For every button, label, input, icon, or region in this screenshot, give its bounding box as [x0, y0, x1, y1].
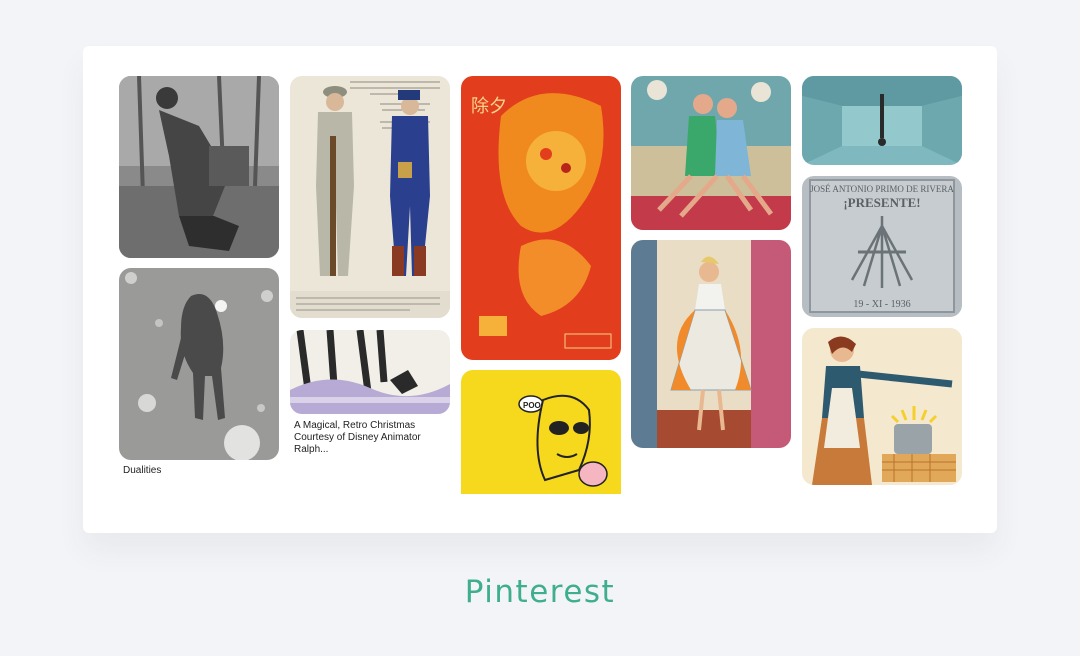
stone-plaque-image: JOSÉ ANTONIO PRIMO DE RIVERA ¡PRESENTE! …: [802, 176, 962, 317]
pin-stone-plaque[interactable]: JOSÉ ANTONIO PRIMO DE RIVERA ¡PRESENTE! …: [802, 176, 962, 317]
retro-housewife-image: [802, 328, 962, 485]
page-title: Pinterest: [464, 574, 616, 610]
pin-vintage-dress[interactable]: [631, 240, 791, 448]
plaque-line2: ¡PRESENTE!: [843, 195, 920, 210]
new-year-poster-image: 除夕: [461, 76, 621, 360]
vintage-dress-image: [631, 240, 791, 448]
pin-soldier-photo[interactable]: [119, 76, 279, 258]
pin-new-year-poster[interactable]: 除夕: [461, 76, 621, 360]
cartoon-speech-text: POO: [523, 401, 541, 410]
uniform-illustration-image: [290, 76, 450, 318]
pin-uniform-illustration[interactable]: [290, 76, 450, 318]
plaque-date: 19 - XI - 1936: [853, 299, 910, 310]
pin-retro-couple[interactable]: [631, 76, 791, 230]
poster-title-text: 除夕: [471, 96, 507, 117]
yellow-cartoon-image: POO: [461, 370, 621, 494]
pin-caption-disney: A Magical, Retro Christmas Courtesy of D…: [294, 420, 421, 455]
pin-pool-photo[interactable]: [802, 76, 962, 165]
dualities-image: [119, 268, 279, 460]
pin-board: Dualities A Magical, Retro Christmas Cou…: [83, 46, 997, 533]
pin-dualities[interactable]: [119, 268, 279, 460]
plaque-line1: JOSÉ ANTONIO PRIMO DE RIVERA: [810, 184, 954, 194]
disney-christmas-image: [290, 330, 450, 414]
pin-disney-christmas[interactable]: [290, 330, 450, 414]
pin-retro-housewife[interactable]: [802, 328, 962, 485]
pool-photo-image: [802, 76, 962, 165]
retro-couple-image: [631, 76, 791, 230]
pin-caption-dualities: Dualities: [123, 465, 162, 476]
pin-yellow-cartoon[interactable]: POO: [461, 370, 621, 494]
soldier-photo-image: [119, 76, 279, 258]
